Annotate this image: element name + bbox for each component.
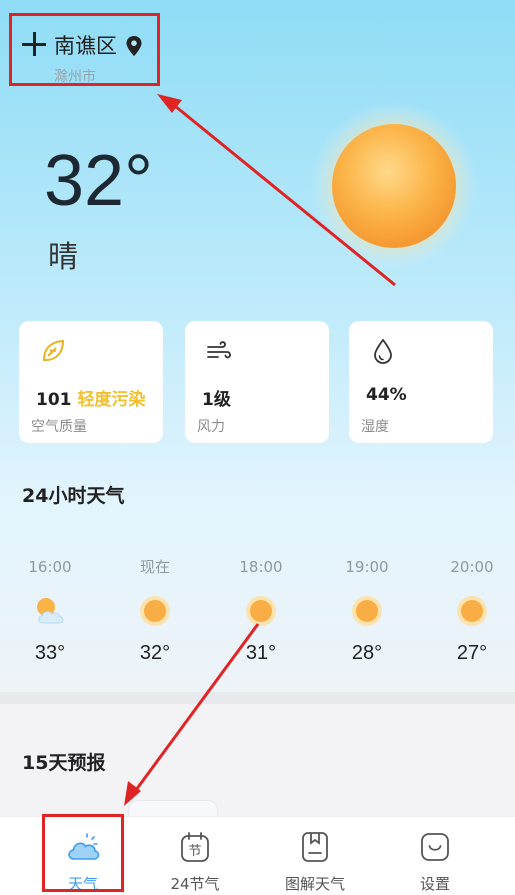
current-temperature: 32° — [44, 141, 153, 221]
sun-icon — [310, 102, 478, 270]
tab-weather-graphics[interactable]: 图解天气 — [265, 817, 365, 895]
hourly-item: 20:00 27° — [432, 556, 512, 665]
tab-label: 图解天气 — [284, 875, 345, 893]
hourly-item: 18:00 31° — [221, 556, 301, 665]
hour-temp: 33° — [34, 642, 66, 664]
leaf-icon — [42, 339, 65, 361]
hourly-item: 现在 32° — [115, 556, 195, 665]
hour-time: 20:00 — [450, 558, 494, 576]
wind-value: 1级 — [202, 390, 231, 410]
forecast-title: 15天预报 — [22, 752, 106, 774]
hour-temp: 27° — [456, 642, 488, 664]
sun-icon — [246, 596, 276, 626]
humidity-label: 湿度 — [361, 419, 389, 435]
hourly-title: 24小时天气 — [22, 485, 125, 507]
section-divider — [0, 692, 515, 704]
hourly-item: 16:00 33° — [10, 556, 90, 665]
hour-time: 19:00 — [345, 558, 389, 576]
aqi-label: 空气质量 — [31, 419, 87, 435]
humidity-value: 44% — [366, 385, 407, 405]
annotation-box-weather-tab — [42, 814, 124, 892]
current-condition: 晴 — [48, 240, 78, 275]
aqi-number: 101 — [36, 390, 72, 410]
solar-term-calendar-icon: 节 — [181, 832, 209, 862]
sun-icon — [140, 596, 170, 626]
tab-label: 24节气 — [170, 875, 220, 893]
wind-label: 风力 — [197, 419, 225, 435]
annotation-box-location — [9, 13, 160, 86]
svg-text:节: 节 — [188, 844, 201, 859]
partly-cloudy-icon — [37, 598, 64, 624]
tab-settings[interactable]: 设置 — [385, 817, 485, 895]
hour-temp: 28° — [351, 642, 383, 664]
humidity-card[interactable]: 44% 湿度 — [349, 321, 493, 443]
tab-solar-terms[interactable]: 节 24节气 — [145, 817, 245, 895]
droplet-icon — [374, 338, 392, 364]
aqi-level: 轻度污染 — [77, 390, 146, 410]
smile-settings-icon — [421, 833, 449, 861]
wind-card[interactable]: 1级 风力 — [185, 321, 329, 443]
tab-label: 设置 — [419, 875, 450, 893]
air-quality-card[interactable]: 101 轻度污染 空气质量 — [19, 321, 163, 443]
wind-icon — [207, 341, 231, 359]
sun-icon — [457, 596, 487, 626]
hour-temp: 32° — [139, 642, 171, 664]
hour-time: 现在 — [139, 558, 170, 576]
hour-time: 16:00 — [28, 558, 72, 576]
hour-time: 18:00 — [239, 558, 283, 576]
aqi-value: 101 轻度污染 — [36, 385, 146, 410]
bookmark-book-icon — [302, 832, 328, 862]
hourly-item: 19:00 28° — [327, 556, 407, 665]
sun-icon — [352, 596, 382, 626]
hour-temp: 31° — [245, 642, 277, 664]
